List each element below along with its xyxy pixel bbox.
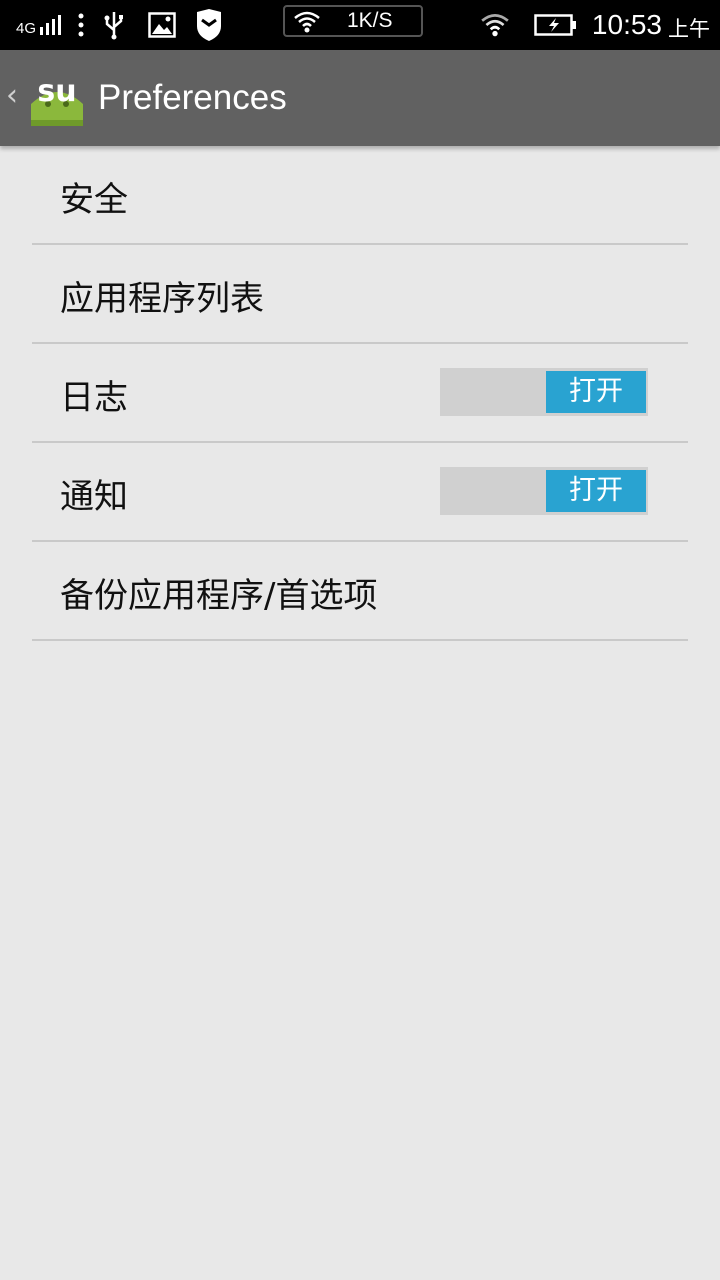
pref-label: 应用程序列表 <box>60 279 264 319</box>
clock-ampm: 上午 <box>668 17 710 41</box>
pref-item-backup[interactable]: 备份应用程序/首选项 <box>32 542 688 641</box>
toggle-knob: 打开 <box>546 371 646 413</box>
wifi-icon <box>481 14 509 37</box>
battery-charging-icon <box>534 14 576 36</box>
su-logo-icon[interactable]: su <box>28 76 86 126</box>
logo-text: su <box>37 76 76 109</box>
page-title: Preferences <box>98 78 287 117</box>
cell-signal-icon <box>40 15 62 35</box>
clock-time: 10:53 <box>591 9 662 40</box>
pref-label: 备份应用程序/首选项 <box>60 576 378 616</box>
toggle-knob: 打开 <box>546 470 646 512</box>
status-bar: 4G 1K/S 10:53 上午 <box>0 0 720 50</box>
more-vert-icon <box>78 13 84 37</box>
pref-item-app-list[interactable]: 应用程序列表 <box>32 245 688 344</box>
pref-label: 通知 <box>60 477 128 517</box>
pref-item-logging[interactable]: 日志 打开 <box>32 344 688 443</box>
preferences-list: 安全 应用程序列表 日志 打开 通知 打开 备份应用程序/首选项 <box>32 146 688 641</box>
logging-toggle[interactable]: 打开 <box>440 368 648 416</box>
action-bar: ‹ su Preferences <box>0 50 720 146</box>
pref-label: 日志 <box>60 378 128 418</box>
network-type: 4G <box>16 19 37 37</box>
shield-icon <box>197 9 222 41</box>
notifications-toggle[interactable]: 打开 <box>440 467 648 515</box>
network-speed: 1K/S <box>347 9 393 32</box>
status-left: 4G <box>16 0 224 50</box>
pref-label: 安全 <box>60 180 128 220</box>
pref-item-notifications[interactable]: 通知 打开 <box>32 443 688 542</box>
image-icon <box>148 12 176 38</box>
back-chevron-icon[interactable]: ‹ <box>6 78 18 113</box>
pref-item-security[interactable]: 安全 <box>32 146 688 245</box>
wifi-icon <box>294 11 320 33</box>
network-speed-box: 1K/S <box>283 5 423 37</box>
status-right: 10:53 上午 <box>480 0 710 50</box>
usb-icon <box>104 12 124 40</box>
